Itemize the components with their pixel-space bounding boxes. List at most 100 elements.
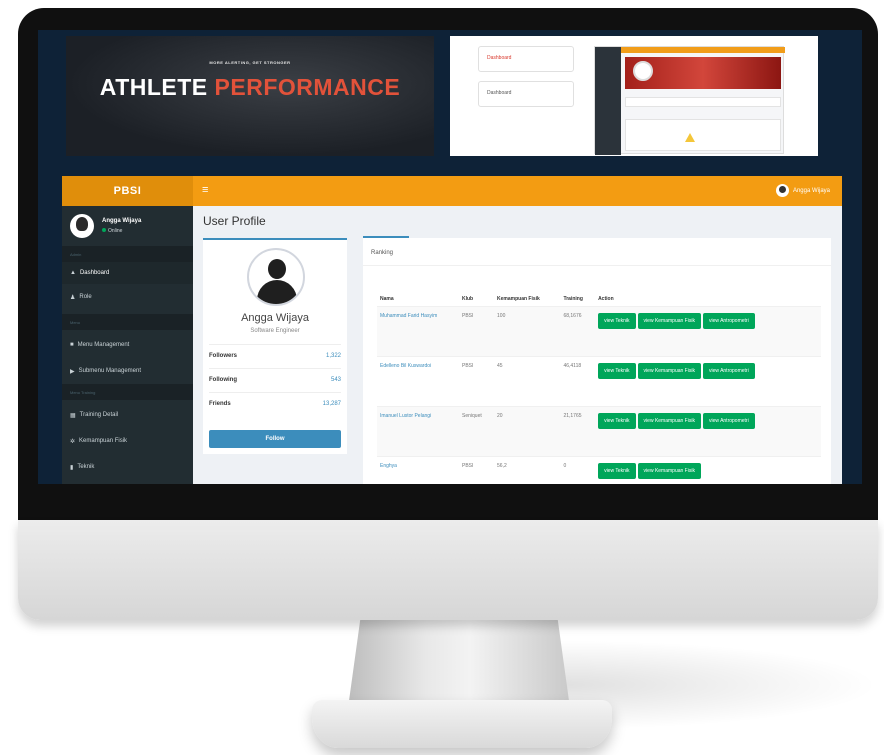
preview-dashboard-button-1[interactable]: Dashboard: [478, 46, 574, 72]
gear-icon: ✲: [70, 439, 76, 445]
mini-dashboard-thumbnail: [594, 46, 785, 155]
stat-label: Followers: [209, 353, 238, 359]
cell-nama[interactable]: Enghya: [377, 455, 459, 484]
sidebar-user-status: Online: [102, 228, 122, 234]
user-avatar-icon: [775, 184, 789, 197]
avatar-body: [257, 280, 297, 304]
mini-sidebar: [595, 47, 621, 155]
cell-action: view Teknik view Kemampuan Fisik: [595, 455, 821, 484]
stat-value[interactable]: 543: [331, 377, 341, 390]
cell-fisik: 56,2: [494, 455, 561, 484]
sidebar-item-label: Teknik: [77, 464, 95, 470]
cell-klub: PBSI: [459, 355, 495, 406]
view-antropometri-button[interactable]: view Antropometri: [702, 312, 755, 329]
view-kemampuan-fisik-button[interactable]: view Kemampuan Fisik: [637, 362, 701, 379]
view-teknik-button[interactable]: view Teknik: [598, 312, 636, 329]
cell-nama[interactable]: Imanuel Lustor Pelangi: [377, 405, 459, 456]
view-antropometri-button[interactable]: view Antropometri: [702, 362, 755, 379]
banner-title-main: ATHLETE: [99, 74, 208, 100]
sidebar-header-admin: Admin: [62, 246, 193, 262]
mini-chart-marker: [685, 133, 695, 142]
banner-kicker: MORE ALERTING, GET STRONGER: [209, 60, 291, 65]
banner-title: ATHLETE PERFORMANCE: [66, 74, 434, 101]
cell-training: 68,1676: [560, 305, 596, 356]
column-header: Kemampuan Fisik: [494, 276, 561, 307]
monitor-stand-neck: [348, 612, 570, 708]
table-row: Edelleno Bil Kuswardoi PBSI 45 46,4118 v…: [377, 355, 821, 406]
sidebar: Angga Wijaya Online Admin ▲ Dashboard ♟ …: [62, 206, 193, 484]
stat-label: Following: [209, 377, 237, 383]
cell-fisik: 100: [494, 305, 561, 356]
sidebar-item-label: Submenu Management: [78, 368, 141, 374]
table-row: Enghya PBSI 56,2 0 view Teknik view Kema…: [377, 455, 821, 484]
mini-info-bar: [625, 97, 781, 107]
sidebar-item-role[interactable]: ♟ Role: [62, 286, 193, 308]
view-kemampuan-fisik-button[interactable]: view Kemampuan Fisik: [637, 412, 701, 429]
view-kemampuan-fisik-button[interactable]: view Kemampuan Fisik: [637, 312, 701, 329]
avatar-head: [268, 259, 286, 279]
preview-dashboard-button-2[interactable]: Dashboard: [478, 81, 574, 107]
table-icon: ▦: [70, 413, 76, 419]
online-dot-icon: [102, 228, 106, 232]
profile-role: Software Engineer: [250, 328, 300, 334]
sidebar-item-training-detail[interactable]: ▦ Training Detail: [62, 404, 193, 426]
cell-action: view Teknik view Kemampuan Fisik view An…: [595, 355, 821, 406]
main-content: User Profile Angga Wijaya Software Engin…: [193, 206, 842, 484]
user-icon: ♟: [70, 295, 76, 301]
brand-logo[interactable]: PBSI: [62, 176, 193, 206]
sidebar-avatar: [70, 214, 94, 238]
table-row: Muhammad Farid Hasyim PBSI 100 68,1676 v…: [377, 305, 821, 356]
sidebar-item-label: Role: [79, 294, 92, 300]
sidebar-item-kemampuan-fisik[interactable]: ✲ Kemampuan Fisik: [62, 430, 193, 452]
top-user-menu[interactable]: Angga Wijaya: [775, 184, 830, 197]
ranking-table: Nama Klub Kemampuan Fisik Training Actio…: [377, 276, 821, 484]
banner-title-accent: PERFORMANCE: [214, 74, 401, 100]
stat-value[interactable]: 1,322: [326, 353, 341, 366]
profile-avatar: [247, 248, 305, 306]
profile-card: Angga Wijaya Software Engineer Followers…: [203, 238, 347, 454]
view-teknik-button[interactable]: view Teknik: [598, 462, 636, 479]
view-teknik-button[interactable]: view Teknik: [598, 412, 636, 429]
cell-fisik: 20: [494, 405, 561, 456]
tab-ranking[interactable]: Ranking: [363, 236, 409, 266]
cell-nama[interactable]: Edelleno Bil Kuswardoi: [377, 355, 459, 406]
cell-klub: Seniquet: [459, 405, 495, 456]
view-antropometri-button[interactable]: view Antropometri: [702, 412, 755, 429]
chart-icon: ▮: [70, 465, 74, 471]
page-title: User Profile: [203, 214, 266, 228]
menu-toggle-icon[interactable]: ≡: [202, 184, 208, 196]
cell-klub: PBSI: [459, 455, 495, 484]
profile-stat-following: Following 543: [209, 368, 341, 390]
profile-stat-friends: Friends 13,287: [209, 392, 341, 414]
cell-nama[interactable]: Muhammad Farid Hasyim: [377, 305, 459, 356]
table-row: Imanuel Lustor Pelangi Seniquet 20 21,17…: [377, 405, 821, 456]
column-header: Action: [595, 276, 821, 307]
status-text: Online: [108, 228, 123, 234]
cell-action: view Teknik view Kemampuan Fisik view An…: [595, 305, 821, 356]
sidebar-item-teknik[interactable]: ▮ Teknik: [62, 456, 193, 478]
sidebar-item-label: Training Detail: [79, 412, 119, 418]
mini-avatar: [633, 61, 653, 81]
sidebar-item-label: Menu Management: [77, 342, 130, 348]
follow-button[interactable]: Follow: [209, 430, 341, 448]
cell-training: 46,4118: [560, 355, 596, 406]
sidebar-item-dashboard[interactable]: ▲ Dashboard: [62, 262, 193, 284]
sidebar-item-label: Kemampuan Fisik: [79, 438, 128, 444]
column-header: Klub: [459, 276, 495, 307]
folder-open-icon: ▶: [70, 369, 75, 375]
sidebar-item-menu-management[interactable]: ■ Menu Management: [62, 334, 193, 356]
monitor-stand-base: [312, 700, 612, 748]
stat-value[interactable]: 13,287: [323, 401, 341, 414]
sidebar-header-menu: Menu: [62, 314, 193, 330]
cell-klub: PBSI: [459, 305, 495, 356]
view-kemampuan-fisik-button[interactable]: view Kemampuan Fisik: [637, 462, 701, 479]
ranking-tabs: Ranking: [363, 236, 831, 266]
sidebar-item-submenu-management[interactable]: ▶ Submenu Management: [62, 360, 193, 382]
cell-training: 0: [560, 455, 596, 484]
mini-card: [625, 119, 781, 151]
view-teknik-button[interactable]: view Teknik: [598, 362, 636, 379]
preview-panel: Dashboard Dashboard: [450, 36, 818, 156]
table-header-row: Nama Klub Kemampuan Fisik Training Actio…: [377, 276, 821, 307]
profile-name: Angga Wijaya: [241, 312, 309, 324]
folder-icon: ■: [70, 342, 74, 348]
